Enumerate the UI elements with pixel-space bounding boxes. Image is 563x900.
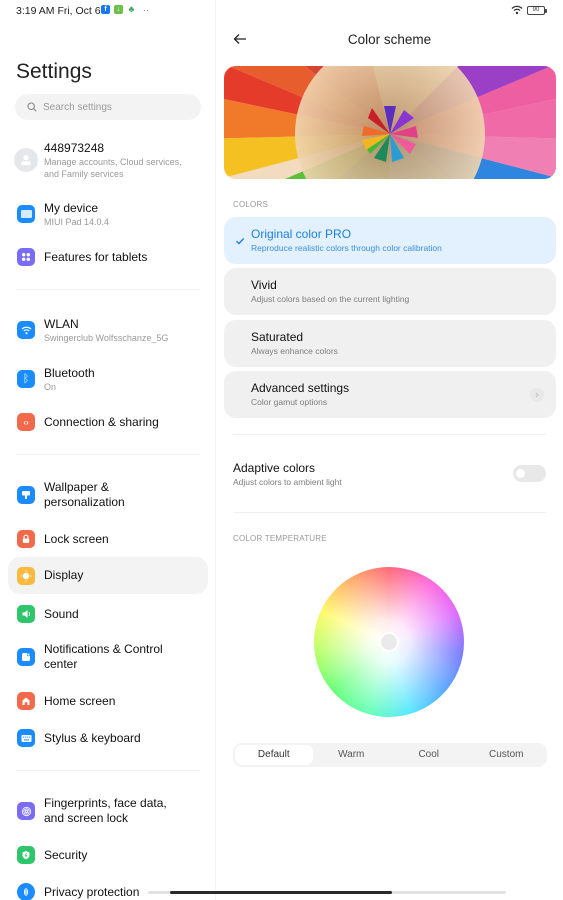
sidebar-sub: MIUI Pad 14.0.4 [44,216,110,227]
keyboard-icon [17,729,35,747]
wifi-icon [17,321,35,339]
option-sub: Color gamut options [251,397,328,407]
chevron-right-icon [530,388,544,402]
sidebar-item-sound[interactable]: Sound [8,603,208,625]
temperature-cool-tab[interactable]: Cool [390,745,468,765]
sidebar-label: Bluetooth [44,365,95,380]
search-bar[interactable] [15,94,201,120]
option-sub: Reproduce realistic colors through color… [251,243,442,253]
colors-section-label: COLORS [233,200,268,209]
avatar [14,148,38,172]
sidebar-item-display[interactable]: Display [8,557,208,594]
adaptive-colors-row: Adaptive colors Adjust colors to ambient… [233,461,342,488]
sidebar-sub: Swingerclub Wolfsschanze_5G [44,332,169,343]
option-sub: Always enhance colors [251,346,338,356]
sidebar-item-account[interactable]: 448973248 Manage accounts, Cloud service… [8,140,208,180]
sidebar-item-my-device[interactable]: My device MIUI Pad 14.0.4 [8,198,208,230]
settings-title: Settings [16,60,92,83]
sidebar-label: Home screen [44,693,116,708]
option-advanced-settings[interactable]: Advanced settings Color gamut options [224,371,556,418]
sidebar-divider [16,770,200,771]
sidebar-label: Display [44,568,84,582]
sidebar-label: Stylus & keyboard [44,730,141,745]
search-input[interactable] [43,101,193,113]
lock-icon [17,530,35,548]
grid-icon [17,248,35,266]
tablet-icon [17,205,35,223]
sidebar-label: Privacy protection [44,884,140,899]
sidebar-item-bluetooth[interactable]: ᛒ Bluetooth On [8,363,208,395]
toggle-knob [516,469,525,478]
temperature-mode-selector: Default Warm Cool Custom [233,743,547,767]
sidebar-label: Security [44,847,88,862]
sidebar-item-security[interactable]: Security [8,844,208,866]
color-wheel-handle[interactable] [379,632,399,652]
sidebar-label: Features for tablets [44,249,148,264]
page-title: Color scheme [347,32,432,47]
privacy-icon [17,883,35,900]
option-title: Vivid [251,278,277,292]
user-icon [21,155,31,166]
sidebar-item-stylus-keyboard[interactable]: Stylus & keyboard [8,727,208,749]
sidebar-divider [16,289,200,290]
adaptive-colors-title: Adaptive colors [233,461,316,475]
account-sub: Manage accounts, Cloud services, and Fam… [44,156,182,179]
sidebar-item-connection-sharing[interactable]: ‹› Connection & sharing [8,411,208,433]
option-title: Saturated [251,330,304,344]
checkmark-icon [236,238,245,245]
speaker-icon [17,605,35,623]
sidebar-item-notifications[interactable]: Notifications & Control center [8,641,208,673]
temperature-warm-tab[interactable]: Warm [313,745,391,765]
notification-icon [17,648,35,666]
fingerprint-icon [17,802,35,820]
option-original-color-pro[interactable]: Original color PRO Reproduce realistic c… [224,217,556,264]
sidebar-label: Wallpaper & personalization [44,480,125,509]
sidebar-label: Fingerprints, face data, and screen lock [44,796,167,825]
section-divider [233,512,546,513]
sidebar-label: My device [44,200,99,215]
sidebar-label: WLAN [44,316,79,331]
option-vivid[interactable]: Vivid Adjust colors based on the current… [224,268,556,315]
section-divider [233,434,546,435]
color-scheme-panel: Color scheme COLORS Original color PRO R… [216,0,563,900]
color-temperature-label: COLOR TEMPERATURE [233,534,327,543]
temperature-custom-tab[interactable]: Custom [468,745,546,765]
sidebar-sub: On [44,381,57,392]
sidebar-label: Connection & sharing [44,414,159,429]
adaptive-colors-sub: Adjust colors to ambient light [233,477,342,487]
option-title: Advanced settings [251,381,350,395]
colored-pencils-image [224,66,556,179]
wallpaper-icon [17,486,35,504]
hero-illustration [224,66,556,179]
home-icon [17,692,35,710]
home-indicator[interactable] [170,891,392,894]
option-sub: Adjust colors based on the current light… [251,294,410,304]
temperature-default-tab[interactable]: Default [235,745,313,765]
sidebar-label: Notifications & Control center [44,642,163,671]
account-id: 448973248 [44,140,105,155]
share-icon: ‹› [17,413,35,431]
settings-sidebar: Settings 448973248 Manage accounts, Clou… [0,0,216,900]
sidebar-item-wlan[interactable]: WLAN Swingerclub Wolfsschanze_5G [8,314,208,346]
sidebar-item-wallpaper[interactable]: Wallpaper & personalization [8,479,208,511]
sidebar-item-fingerprints[interactable]: Fingerprints, face data, and screen lock [8,795,208,827]
sidebar-label: Lock screen [44,531,109,546]
sidebar-item-features-for-tablets[interactable]: Features for tablets [8,246,208,268]
sidebar-divider [16,454,200,455]
sidebar-label: Sound [44,606,79,621]
color-temperature-wheel[interactable] [314,567,464,717]
sun-icon [17,566,35,585]
adaptive-colors-toggle[interactable] [513,465,546,482]
sidebar-item-lock-screen[interactable]: Lock screen [8,528,208,550]
bluetooth-icon: ᛒ [17,370,35,388]
option-title: Original color PRO [251,227,352,241]
option-saturated[interactable]: Saturated Always enhance colors [224,320,556,367]
sidebar-item-home-screen[interactable]: Home screen [8,690,208,712]
shield-icon [17,846,35,864]
search-icon [27,102,37,112]
